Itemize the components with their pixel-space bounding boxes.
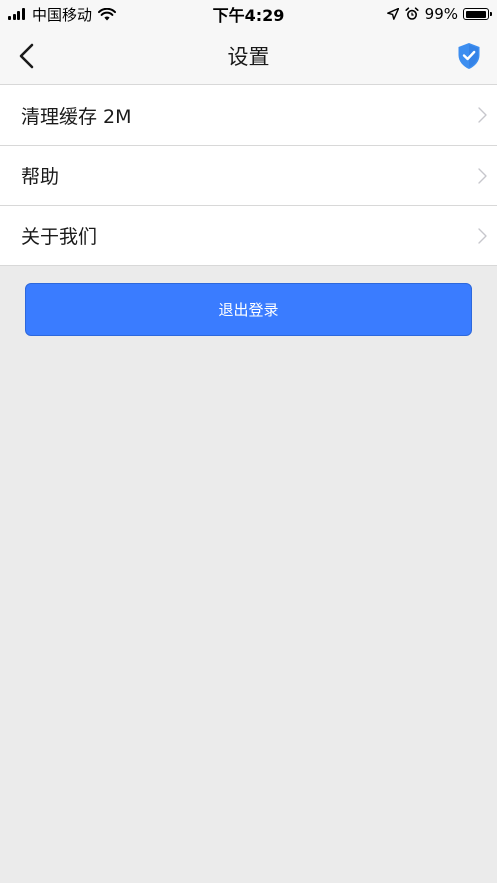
- status-right: 99%: [386, 0, 492, 28]
- settings-item-label: 关于我们: [21, 226, 98, 248]
- logout-button[interactable]: 退出登录: [25, 283, 472, 336]
- page-title: 设置: [227, 45, 270, 69]
- settings-item-label: 清理缓存 2M: [21, 105, 132, 128]
- signal-bars-icon: [8, 8, 26, 20]
- battery-fill: [465, 10, 486, 18]
- battery-percent: 99%: [424, 5, 458, 23]
- settings-list: 清理缓存 2M 帮助 关于我们: [0, 85, 497, 266]
- back-button[interactable]: [12, 41, 42, 71]
- carrier-name: 中国移动: [32, 5, 93, 24]
- settings-item-clear-cache[interactable]: 清理缓存 2M: [0, 85, 497, 145]
- settings-item-help[interactable]: 帮助: [0, 145, 497, 205]
- security-button[interactable]: [455, 41, 483, 71]
- location-arrow-icon: [386, 8, 399, 20]
- wifi-icon: [98, 7, 117, 21]
- chevron-right-icon: [478, 227, 487, 244]
- chevron-right-icon: [478, 107, 487, 123]
- settings-item-about-us[interactable]: 关于我们: [0, 205, 497, 265]
- chevron-right-icon: [478, 167, 487, 184]
- settings-item-label: 帮助: [21, 166, 60, 188]
- battery-icon: [463, 8, 492, 20]
- nav-bar: 设置: [0, 28, 497, 85]
- alarm-clock-icon: [405, 7, 419, 21]
- status-left: 中国移动: [8, 0, 117, 28]
- shield-check-icon: [458, 43, 480, 69]
- status-bar: 中国移动 下午4:29 99%: [0, 0, 497, 28]
- chevron-left-icon: [19, 43, 34, 69]
